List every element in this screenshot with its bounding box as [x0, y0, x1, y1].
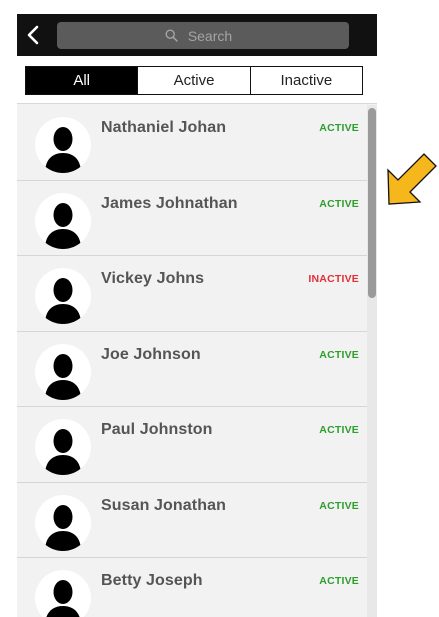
search-input[interactable]: [57, 22, 349, 49]
status-badge: ACTIVE: [319, 122, 359, 134]
tab-all[interactable]: All: [26, 67, 138, 94]
tab-inactive[interactable]: Inactive: [249, 67, 362, 94]
contact-row[interactable]: Vickey Johns INACTIVE: [17, 256, 367, 332]
status-badge: ACTIVE: [319, 348, 359, 361]
avatar: [35, 117, 91, 173]
contact-row[interactable]: Nathaniel Johan ACTIVE: [17, 105, 367, 181]
contact-row[interactable]: Betty Joseph ACTIVE: [17, 558, 367, 617]
avatar: [35, 343, 91, 400]
contact-row[interactable]: Susan Jonathan ACTIVE: [17, 482, 367, 558]
contact-name: Paul Johnston: [101, 421, 213, 438]
status-badge: INACTIVE: [308, 273, 359, 285]
status-badge: ACTIVE: [319, 197, 359, 210]
contact-row[interactable]: Joe Johnson ACTIVE: [17, 331, 367, 407]
avatar: [35, 494, 91, 551]
avatar: [35, 419, 91, 475]
avatar: [35, 192, 91, 249]
scrollbar-thumb[interactable]: [368, 108, 376, 298]
scrollbar[interactable]: [367, 105, 377, 617]
contact-name: Susan Jonathan: [101, 496, 226, 514]
contact-name: Nathaniel Johan: [101, 119, 227, 136]
status-badge: ACTIVE: [319, 575, 359, 587]
tab-active[interactable]: Active: [137, 67, 249, 94]
person-silhouette-icon: [45, 353, 81, 400]
person-silhouette-icon: [45, 504, 81, 551]
chevron-left-icon: [27, 25, 39, 45]
top-bar: [17, 14, 377, 56]
person-silhouette-icon: [45, 127, 81, 173]
status-badge: ACTIVE: [319, 424, 359, 436]
avatar: [35, 268, 91, 324]
contact-name: Betty Joseph: [101, 572, 203, 589]
back-button[interactable]: [17, 21, 49, 49]
person-silhouette-icon: [45, 202, 81, 249]
status-filter-segmented-control: All Active Inactive: [25, 66, 363, 95]
contact-row[interactable]: Paul Johnston ACTIVE: [17, 407, 367, 483]
contact-name: Vickey Johns: [101, 270, 205, 287]
filter-bar: All Active Inactive: [17, 56, 377, 104]
contact-list: Nathaniel Johan ACTIVE James Johnathan A…: [17, 105, 367, 617]
person-silhouette-icon: [45, 278, 81, 324]
avatar: [35, 570, 91, 617]
contacts-screen: All Active Inactive Nathaniel Johan ACTI…: [17, 14, 377, 617]
arrow-pointer-icon: [387, 153, 437, 205]
contact-name: Joe Johnson: [101, 345, 201, 363]
person-silhouette-icon: [46, 580, 80, 617]
status-badge: ACTIVE: [319, 499, 359, 512]
search-box[interactable]: [57, 22, 349, 49]
contact-name: James Johnathan: [101, 194, 238, 212]
contact-row[interactable]: James Johnathan ACTIVE: [17, 180, 367, 256]
person-silhouette-icon: [45, 429, 81, 475]
